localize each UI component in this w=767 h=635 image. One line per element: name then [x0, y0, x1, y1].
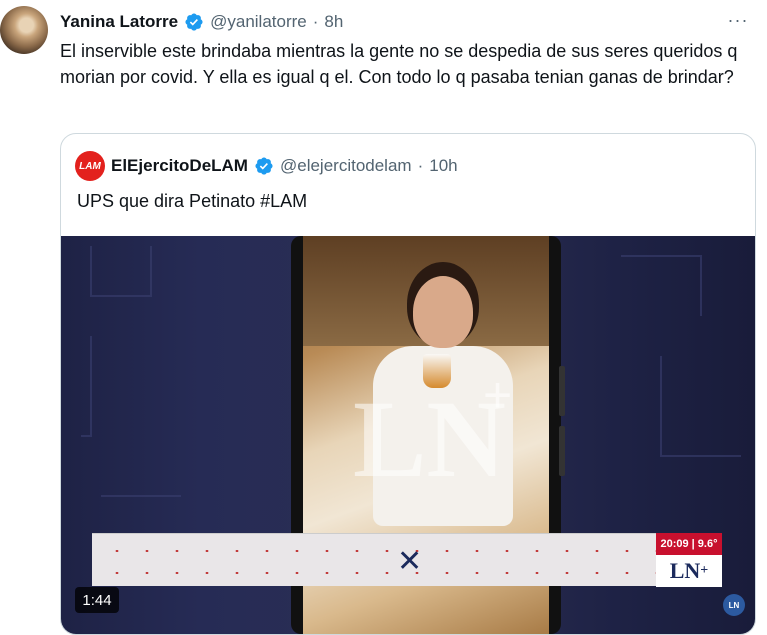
channel-logo: LN + — [656, 555, 722, 587]
phone-button — [559, 426, 565, 476]
author-avatar[interactable] — [0, 6, 48, 54]
channel-logo-plus: + — [700, 563, 709, 578]
tweet-header: Yanina Latorre @yanilatorre · 8h — [60, 10, 343, 34]
quoted-tweet[interactable]: LAM ElEjercitoDeLAM @elejercitodelam · 1… — [60, 133, 756, 635]
verified-badge-icon — [185, 13, 203, 31]
phone-button — [559, 366, 565, 416]
tweet-text: El inservible este brindaba mientras la … — [60, 41, 738, 87]
author-name[interactable]: Yanina Latorre — [60, 12, 178, 32]
quote-avatar[interactable]: LAM — [75, 151, 105, 181]
more-options-icon[interactable]: ··· — [723, 8, 753, 32]
channel-logo-text: LN — [669, 558, 701, 583]
quote-author-name[interactable]: ElEjercitoDeLAM — [111, 156, 248, 176]
broadcast-time: 20:09 | 9.6° — [656, 533, 722, 555]
scene-person-head — [413, 276, 473, 348]
author-handle[interactable]: @yanilatorre — [210, 12, 307, 32]
corner-logo: LN — [723, 594, 745, 616]
tweet-time[interactable]: 8h — [324, 12, 343, 32]
quote-time[interactable]: 10h — [429, 156, 457, 176]
news-ticker: ✕ — [92, 533, 656, 586]
quote-handle[interactable]: @elejercitodelam — [280, 156, 412, 176]
watermark-plus: + — [483, 367, 513, 423]
video-duration: 1:44 — [75, 587, 119, 613]
separator-dot: · — [312, 12, 319, 31]
video-player[interactable]: LN + ✕ 20:09 | 9.6° LN + LN 1:44 — [61, 236, 755, 634]
separator-dot: · — [417, 156, 424, 175]
quote-header: LAM ElEjercitoDeLAM @elejercitodelam · 1… — [75, 151, 458, 181]
verified-badge-icon — [255, 157, 273, 175]
x-icon: ✕ — [397, 545, 423, 578]
quote-text: UPS que dira Petinato #LAM — [77, 191, 308, 211]
